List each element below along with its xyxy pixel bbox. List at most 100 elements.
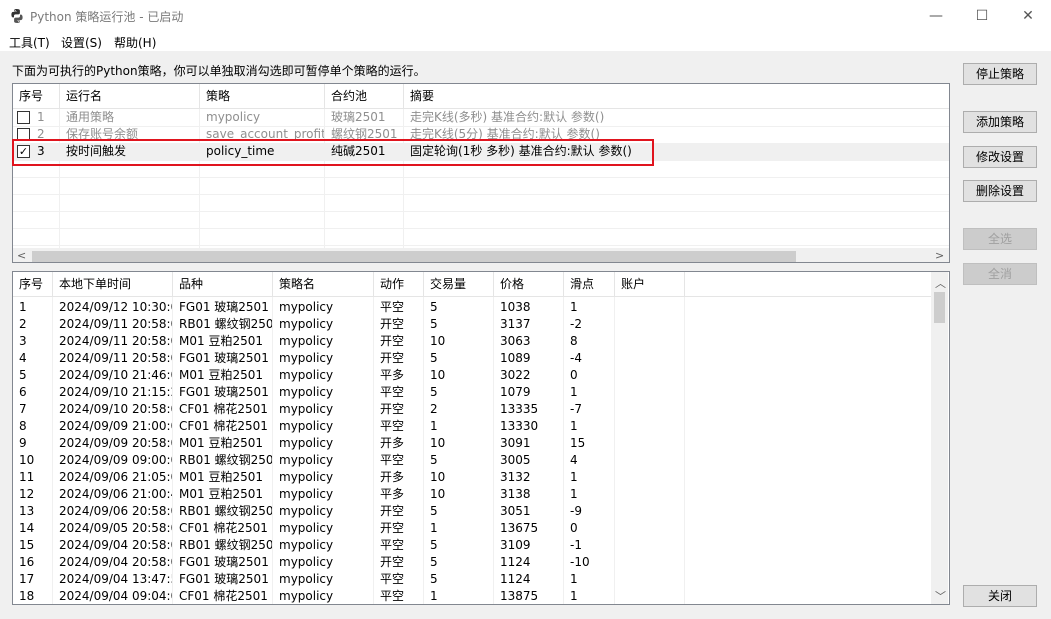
order-row[interactable]: 17 2024/09/04 13:47:51 FG01 玻璃2501 mypolicy…: [13, 571, 931, 588]
column-header-time[interactable]: 本地下单时间: [53, 272, 173, 296]
horizontal-scroll-thumb[interactable]: [32, 251, 796, 262]
delete-settings-button[interactable]: 删除设置: [963, 180, 1037, 202]
column-header-product[interactable]: 品种: [173, 272, 273, 296]
order-row[interactable]: 15 2024/09/04 20:58:00 RB01 螺纹钢2501 mypolic…: [13, 537, 931, 554]
strategy-row-selected[interactable]: ✓ 3 按时间触发 policy_time 纯碱2501 固定轮询(1秒 多秒)…: [13, 143, 949, 160]
order-time: 2024/09/11 20:58:00: [59, 334, 173, 348]
order-row[interactable]: 3 2024/09/11 20:58:00 M01 豆粕2501 mypolicy 开空…: [13, 333, 931, 350]
scroll-right-icon[interactable]: >: [935, 249, 944, 262]
scroll-down-icon[interactable]: ﹀: [935, 588, 946, 604]
modify-settings-button[interactable]: 修改设置: [963, 146, 1037, 168]
column-header-pool[interactable]: 合约池: [325, 84, 404, 108]
order-row[interactable]: 1 2024/09/12 10:30:05 FG01 玻璃2501 mypolicy 平…: [13, 299, 931, 316]
order-time: 2024/09/12 10:30:05: [59, 300, 173, 314]
order-product: CF01 棉花2501: [179, 402, 268, 416]
order-slippage: 1: [570, 419, 578, 433]
order-index: 11: [19, 470, 35, 484]
order-account: [615, 418, 685, 435]
column-header-summary[interactable]: 摘要: [404, 84, 949, 108]
order-product: CF01 棉花2501: [179, 589, 268, 603]
order-volume: 5: [430, 555, 438, 569]
strategy-enable-checkbox[interactable]: [17, 111, 30, 124]
strategy-list[interactable]: 序号 运行名 策略 合约池 摘要 1 通用策略 mypolicy 玻璃2501 …: [12, 83, 950, 263]
column-header-index[interactable]: 序号: [13, 84, 60, 108]
order-policy-name: mypolicy: [279, 470, 334, 484]
menu-tools[interactable]: 工具(T): [9, 34, 50, 51]
close-button[interactable]: 关闭: [963, 585, 1037, 607]
scroll-left-icon[interactable]: <: [17, 249, 26, 262]
order-row[interactable]: 11 2024/09/06 21:05:05 M01 豆粕2501 mypolicy 开…: [13, 469, 931, 486]
order-product: FG01 玻璃2501: [179, 555, 269, 569]
deselect-all-button[interactable]: 全消: [963, 263, 1037, 285]
order-row[interactable]: 10 2024/09/09 09:00:00 RB01 螺纹钢2501 mypolic…: [13, 452, 931, 469]
order-price: 3132: [500, 470, 531, 484]
order-volume: 1: [430, 589, 438, 603]
column-header-policy[interactable]: 策略: [200, 84, 325, 108]
order-account: [615, 435, 685, 452]
add-policy-button[interactable]: 添加策略: [963, 111, 1037, 133]
column-header-account[interactable]: 账户: [615, 272, 685, 296]
minimize-button[interactable]: —: [913, 0, 959, 31]
strategy-policy: save_account_profit: [206, 127, 325, 141]
column-header-run-name[interactable]: 运行名: [60, 84, 200, 108]
strategy-row[interactable]: 1 通用策略 mypolicy 玻璃2501 走完K线(多秒) 基准合约:默认 …: [13, 109, 949, 126]
strategy-summary: 走完K线(多秒) 基准合约:默认 参数(): [410, 110, 605, 124]
grid-line: [13, 211, 949, 212]
order-row[interactable]: 18 2024/09/04 09:04:01 CF01 棉花2501 mypolicy…: [13, 588, 931, 604]
menu-settings[interactable]: 设置(S): [61, 34, 102, 51]
order-row[interactable]: 7 2024/09/10 20:58:00 CF01 棉花2501 mypolicy 开…: [13, 401, 931, 418]
column-header-policy-name[interactable]: 策略名: [273, 272, 374, 296]
order-policy-name: mypolicy: [279, 334, 334, 348]
order-row[interactable]: 13 2024/09/06 20:58:00 RB01 螺纹钢2501 mypolic…: [13, 503, 931, 520]
order-account: [615, 503, 685, 520]
order-volume: 10: [430, 334, 446, 348]
order-time: 2024/09/09 20:58:00: [59, 436, 173, 450]
order-row[interactable]: 2 2024/09/11 20:58:00 RB01 螺纹钢2501 mypolicy…: [13, 316, 931, 333]
order-account: [615, 316, 685, 333]
order-row[interactable]: 16 2024/09/04 20:58:00 FG01 玻璃2501 mypolicy…: [13, 554, 931, 571]
order-row[interactable]: 9 2024/09/09 20:58:00 M01 豆粕2501 mypolicy 开多…: [13, 435, 931, 452]
strategy-enable-checkbox[interactable]: [17, 128, 30, 141]
order-list[interactable]: 序号 本地下单时间 品种 策略名 动作 交易量 价格 滑点 账户 1 2024/0…: [12, 271, 950, 605]
order-row[interactable]: 6 2024/09/10 21:15:20 FG01 玻璃2501 mypolicy 平…: [13, 384, 931, 401]
menu-help[interactable]: 帮助(H): [114, 34, 156, 51]
vertical-scrollbar[interactable]: ︿ ﹀: [931, 272, 948, 604]
order-policy-name: mypolicy: [279, 487, 334, 501]
order-volume: 10: [430, 436, 446, 450]
strategy-row[interactable]: 2 保存账号余额 save_account_profit 螺纹钢2501 走完K…: [13, 126, 949, 143]
order-product: RB01 螺纹钢2501: [179, 317, 273, 331]
menu-bar: 工具(T) 设置(S) 帮助(H): [0, 31, 1051, 51]
column-header-slippage[interactable]: 滑点: [564, 272, 615, 296]
strategy-enable-checkbox-checked[interactable]: ✓: [17, 145, 30, 158]
order-slippage: 15: [570, 436, 586, 450]
title-bar: Python 策略运行池 - 已启动 — ☐ ✕: [0, 0, 1051, 31]
order-row[interactable]: 8 2024/09/09 21:00:03 CF01 棉花2501 mypolicy 平…: [13, 418, 931, 435]
column-header-action[interactable]: 动作: [374, 272, 424, 296]
order-row[interactable]: 12 2024/09/06 21:00:44 M01 豆粕2501 mypolicy 平…: [13, 486, 931, 503]
maximize-button[interactable]: ☐: [959, 0, 1005, 31]
order-policy-name: mypolicy: [279, 317, 334, 331]
column-header-price[interactable]: 价格: [494, 272, 564, 296]
order-policy-name: mypolicy: [279, 538, 334, 552]
order-volume: 2: [430, 402, 438, 416]
order-action: 平空: [380, 419, 405, 433]
order-row[interactable]: 5 2024/09/10 21:46:04 M01 豆粕2501 mypolicy 平多…: [13, 367, 931, 384]
order-volume: 1: [430, 419, 438, 433]
stop-policy-button[interactable]: 停止策略: [963, 63, 1037, 85]
order-account: [615, 554, 685, 571]
order-slippage: 1: [570, 300, 578, 314]
order-price: 13675: [500, 521, 539, 535]
order-index: 1: [19, 300, 27, 314]
scroll-up-icon[interactable]: ︿: [935, 275, 946, 291]
order-row[interactable]: 4 2024/09/11 20:58:00 FG01 玻璃2501 mypolicy 开…: [13, 350, 931, 367]
grid-line: [13, 143, 949, 144]
order-row[interactable]: 14 2024/09/05 20:58:00 CF01 棉花2501 mypolicy…: [13, 520, 931, 537]
column-header-volume[interactable]: 交易量: [424, 272, 494, 296]
select-all-button[interactable]: 全选: [963, 228, 1037, 250]
close-window-button[interactable]: ✕: [1005, 0, 1051, 31]
column-header-order-index[interactable]: 序号: [13, 272, 53, 296]
order-account: [615, 299, 685, 316]
order-volume: 10: [430, 487, 446, 501]
horizontal-scrollbar[interactable]: < >: [13, 248, 949, 262]
vertical-scroll-thumb[interactable]: [934, 292, 945, 323]
